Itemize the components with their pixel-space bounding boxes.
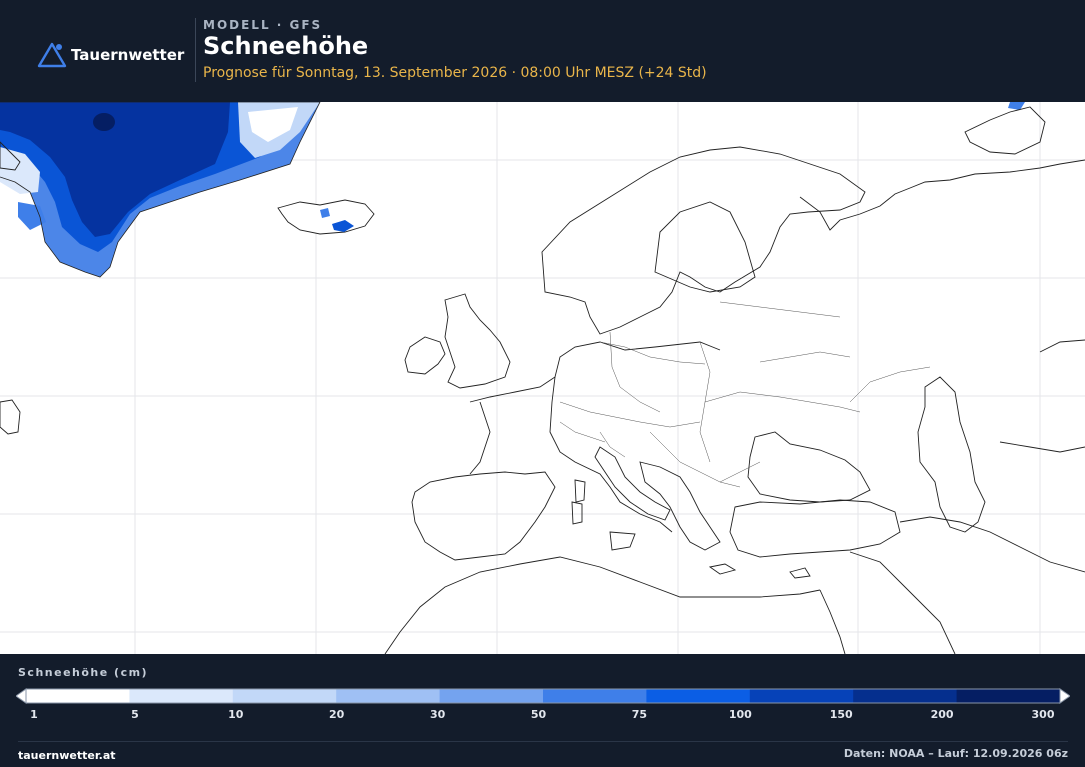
iceland — [277, 199, 375, 235]
colorbar-tick-label: 100 — [728, 708, 752, 721]
colorbar-cell — [129, 689, 234, 703]
footer-divider — [18, 741, 1068, 742]
colorbar-tick-label: 75 — [631, 708, 648, 721]
map-panel[interactable] — [0, 102, 1085, 654]
colorbar-tick-label: 20 — [329, 708, 345, 721]
country-borders — [559, 301, 931, 488]
colorbar-cell — [543, 689, 647, 703]
colorbar-cell — [749, 689, 854, 703]
mountain-triangle-icon — [37, 42, 67, 68]
colorbar-tick-label: 150 — [829, 708, 853, 721]
colorbar-tick-label: 50 — [530, 708, 547, 721]
model-label: MODELL · GFS — [203, 18, 323, 32]
legend-panel: Schneehöhe (cm) 1 5 10 20 30 50 75 100 150 200 300… — [0, 654, 1085, 767]
colorbar-tick-label: 200 — [930, 708, 954, 721]
website-link[interactable]: tauernwetter.at — [18, 749, 116, 762]
brand-name: Tauernwetter — [71, 46, 185, 64]
colorbar-tick-label: 5 — [131, 708, 139, 721]
header: Tauernwetter MODELL · GFS Schneehöhe Pro… — [0, 0, 1085, 102]
colorbar-cell — [956, 689, 1061, 703]
colorbar-tick-label: 300 — [1031, 708, 1055, 721]
page-title: Schneehöhe — [203, 32, 369, 60]
brand-logo[interactable]: Tauernwetter — [37, 41, 184, 69]
colorbar-cell — [26, 689, 130, 703]
colorbar-cell — [336, 689, 441, 703]
greenland-snow — [0, 102, 1025, 278]
europe-snow-map[interactable] — [0, 102, 1085, 654]
legend-title: Schneehöhe (cm) — [18, 666, 149, 679]
colorbar-tick-label: 30 — [429, 708, 446, 721]
header-divider — [195, 18, 196, 82]
colorbar — [16, 688, 1070, 704]
colorbar-tick-label: 10 — [228, 708, 244, 721]
colorbar-cell — [232, 689, 337, 703]
colorbar-tick-label: 1 — [30, 708, 38, 721]
data-source: Daten: NOAA – Lauf: 12.09.2026 06z — [843, 747, 1068, 760]
colorbar-cell — [646, 689, 751, 703]
colorbar-cell — [853, 689, 958, 703]
colorbar-cell — [439, 689, 544, 703]
forecast-subtitle: Prognose für Sonntag, 13. September 2026… — [203, 65, 707, 81]
